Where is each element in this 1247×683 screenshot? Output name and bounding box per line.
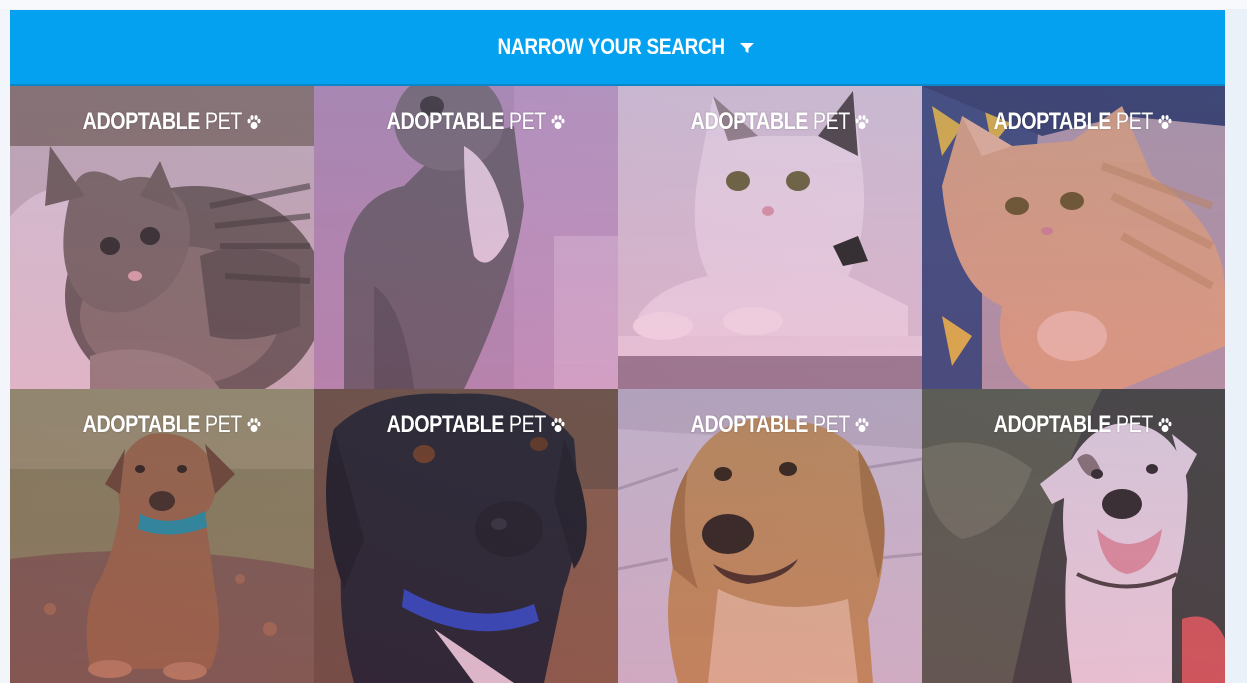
caption-strong: ADOPTABLE xyxy=(82,411,201,438)
page-gutter xyxy=(1225,9,1247,683)
caption-light: PET xyxy=(508,411,546,438)
paw-icon xyxy=(247,115,261,130)
caption-strong: ADOPTABLE xyxy=(690,108,809,135)
paw-icon xyxy=(551,115,565,130)
caption-strong: ADOPTABLE xyxy=(386,108,505,135)
pet-card[interactable]: ADOPTABLE PET xyxy=(618,86,922,389)
pet-caption: ADOPTABLE PET xyxy=(618,411,922,439)
paw-icon xyxy=(855,418,869,433)
pet-caption: ADOPTABLE PET xyxy=(314,411,618,439)
pet-card[interactable]: ADOPTABLE PET xyxy=(10,389,314,683)
pet-caption: ADOPTABLE PET xyxy=(10,108,314,136)
pet-caption: ADOPTABLE PET xyxy=(10,411,314,439)
paw-icon xyxy=(551,418,565,433)
pet-card[interactable]: ADOPTABLE PET xyxy=(922,86,1225,389)
filter-icon xyxy=(738,38,756,56)
caption-light: PET xyxy=(812,411,850,438)
pet-card[interactable]: ADOPTABLE PET xyxy=(314,389,618,683)
paw-icon xyxy=(1159,418,1173,433)
caption-strong: ADOPTABLE xyxy=(994,411,1112,438)
pet-caption: ADOPTABLE PET xyxy=(922,108,1225,136)
pet-caption: ADOPTABLE PET xyxy=(922,411,1225,439)
paw-icon xyxy=(855,115,869,130)
pet-card[interactable]: ADOPTABLE PET xyxy=(618,389,922,683)
page: NARROW YOUR SEARCH ADOPTABLE PET ADOPTAB… xyxy=(0,0,1247,683)
paw-icon xyxy=(1159,115,1173,130)
caption-light: PET xyxy=(812,108,850,135)
pet-card[interactable]: ADOPTABLE PET xyxy=(314,86,618,389)
narrow-search-button[interactable]: NARROW YOUR SEARCH xyxy=(10,10,1225,84)
paw-icon xyxy=(247,418,261,433)
caption-light: PET xyxy=(204,108,242,135)
caption-strong: ADOPTABLE xyxy=(994,108,1112,135)
pet-card[interactable]: ADOPTABLE PET xyxy=(922,389,1225,683)
pet-grid: ADOPTABLE PET ADOPTABLE PET ADOPTABLE PE… xyxy=(10,86,1225,683)
pet-caption: ADOPTABLE PET xyxy=(314,108,618,136)
top-strip xyxy=(0,0,1247,9)
caption-light: PET xyxy=(204,411,242,438)
caption-strong: ADOPTABLE xyxy=(690,411,809,438)
narrow-search-label: NARROW YOUR SEARCH xyxy=(497,34,726,59)
caption-light: PET xyxy=(1116,108,1154,135)
pet-card[interactable]: ADOPTABLE PET xyxy=(10,86,314,389)
pet-caption: ADOPTABLE PET xyxy=(618,108,922,136)
caption-strong: ADOPTABLE xyxy=(386,411,505,438)
caption-light: PET xyxy=(508,108,546,135)
caption-strong: ADOPTABLE xyxy=(82,108,201,135)
caption-light: PET xyxy=(1116,411,1154,438)
